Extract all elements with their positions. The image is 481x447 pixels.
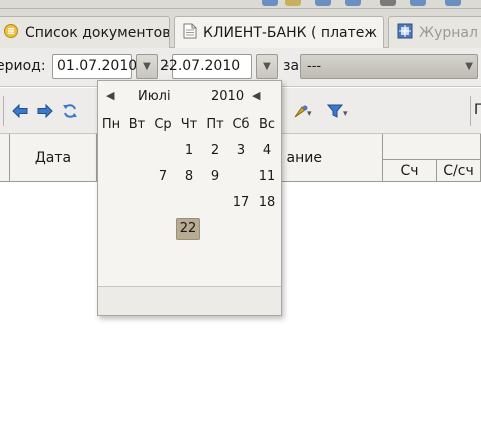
- previous-year-button[interactable]: ◀: [252, 89, 260, 102]
- tab-journal[interactable]: Журнал р: [388, 16, 481, 48]
- date-from-field[interactable]: 01.07.2010: [52, 54, 137, 79]
- period-range-select[interactable]: --- ▼: [300, 54, 478, 79]
- calendar-day[interactable]: 9: [202, 166, 228, 188]
- toolbar-icon[interactable]: [410, 0, 426, 6]
- refresh-icon[interactable]: [61, 102, 79, 120]
- toolbar-icon[interactable]: [380, 0, 396, 6]
- toolbar-icon[interactable]: [345, 0, 361, 6]
- chevron-down-icon: ▼: [263, 61, 271, 72]
- column-header-date[interactable]: Дата: [10, 134, 97, 182]
- calendar-header: ◀ Июлі 2010 ◀: [98, 87, 283, 109]
- calendar-year: 2010: [211, 89, 245, 104]
- toolbar-icon[interactable]: [285, 0, 301, 6]
- top-toolbar-strip: [0, 0, 481, 9]
- toolbar-separator: [470, 96, 471, 126]
- weekday-thu: Чт: [180, 117, 198, 132]
- tab-client-bank[interactable]: КЛИЕНТ-БАНК ( платеж: [174, 16, 384, 48]
- tab-label: КЛИЕНТ-БАНК ( платеж: [203, 24, 377, 41]
- column-header-account[interactable]: Сч: [383, 160, 437, 182]
- calendar-day-selected[interactable]: 22: [176, 218, 200, 240]
- tab-document-list[interactable]: Список документов: [0, 16, 170, 48]
- weekday-sun: Вс: [258, 117, 276, 132]
- weekday-sat: Сб: [232, 117, 250, 132]
- chevron-down-icon: ▼: [143, 61, 151, 72]
- calendar-day[interactable]: 17: [228, 192, 254, 214]
- weekday-tue: Вт: [128, 117, 146, 132]
- calendar-day[interactable]: 3: [228, 140, 254, 162]
- toolbar-separator: [3, 96, 4, 126]
- date-to-value: 22.07.2010: [160, 58, 241, 74]
- filter-icon[interactable]: ▾: [327, 102, 351, 120]
- date-from-dropdown-button[interactable]: ▼: [136, 54, 158, 79]
- journal-icon: [397, 23, 413, 43]
- date-to-dropdown-button[interactable]: ▼: [256, 54, 278, 79]
- calendar-day[interactable]: 4: [254, 140, 280, 162]
- calendar-day[interactable]: 2: [202, 140, 228, 162]
- calendar-day[interactable]: 18: [254, 192, 280, 214]
- tab-label: Журнал р: [419, 24, 481, 41]
- toolbar-icon[interactable]: [262, 0, 278, 6]
- calendar-day[interactable]: 11: [254, 166, 280, 188]
- arrow-left-icon[interactable]: [11, 102, 29, 120]
- toolbar-icon[interactable]: [445, 0, 461, 6]
- tab-bar: Список документов КЛИЕНТ-БАНК ( платеж Ж…: [0, 9, 481, 48]
- column-header-group: [383, 134, 481, 160]
- svg-text:▾: ▾: [307, 109, 312, 119]
- bookmark-icon[interactable]: ▾: [292, 102, 314, 120]
- calendar-day[interactable]: 1: [176, 140, 202, 162]
- weekday-fri: Пт: [206, 117, 224, 132]
- chevron-down-icon: ▼: [465, 61, 473, 72]
- tab-label: Список документов: [25, 24, 170, 41]
- date-to-field[interactable]: 22.07.2010: [160, 54, 252, 79]
- column-header-sub-account[interactable]: С/сч: [437, 160, 481, 182]
- weekday-wed: Ср: [154, 117, 172, 132]
- calendar-popup: ◀ Июлі 2010 ◀ Пн Вт Ср Чт Пт Сб Вс 1 2 3…: [97, 80, 282, 316]
- toolbar-icon[interactable]: [315, 0, 331, 6]
- previous-month-button[interactable]: ◀: [106, 89, 114, 102]
- period-range-label: за: [283, 58, 300, 74]
- period-label: ериод:: [0, 58, 46, 74]
- svg-text:▾: ▾: [343, 109, 348, 119]
- column-header-checkbox[interactable]: [0, 134, 10, 182]
- period-range-value: ---: [307, 59, 322, 74]
- toolbar-right-label[interactable]: П: [474, 102, 481, 118]
- calendar-day[interactable]: 8: [176, 166, 202, 188]
- calendar-month: Июлі: [138, 89, 171, 104]
- calendar-day[interactable]: 7: [150, 166, 176, 188]
- document-icon: [183, 23, 197, 43]
- calendar-footer: [98, 286, 281, 315]
- weekday-mon: Пн: [101, 117, 121, 132]
- list-icon: [3, 23, 19, 43]
- arrow-right-icon[interactable]: [36, 102, 54, 120]
